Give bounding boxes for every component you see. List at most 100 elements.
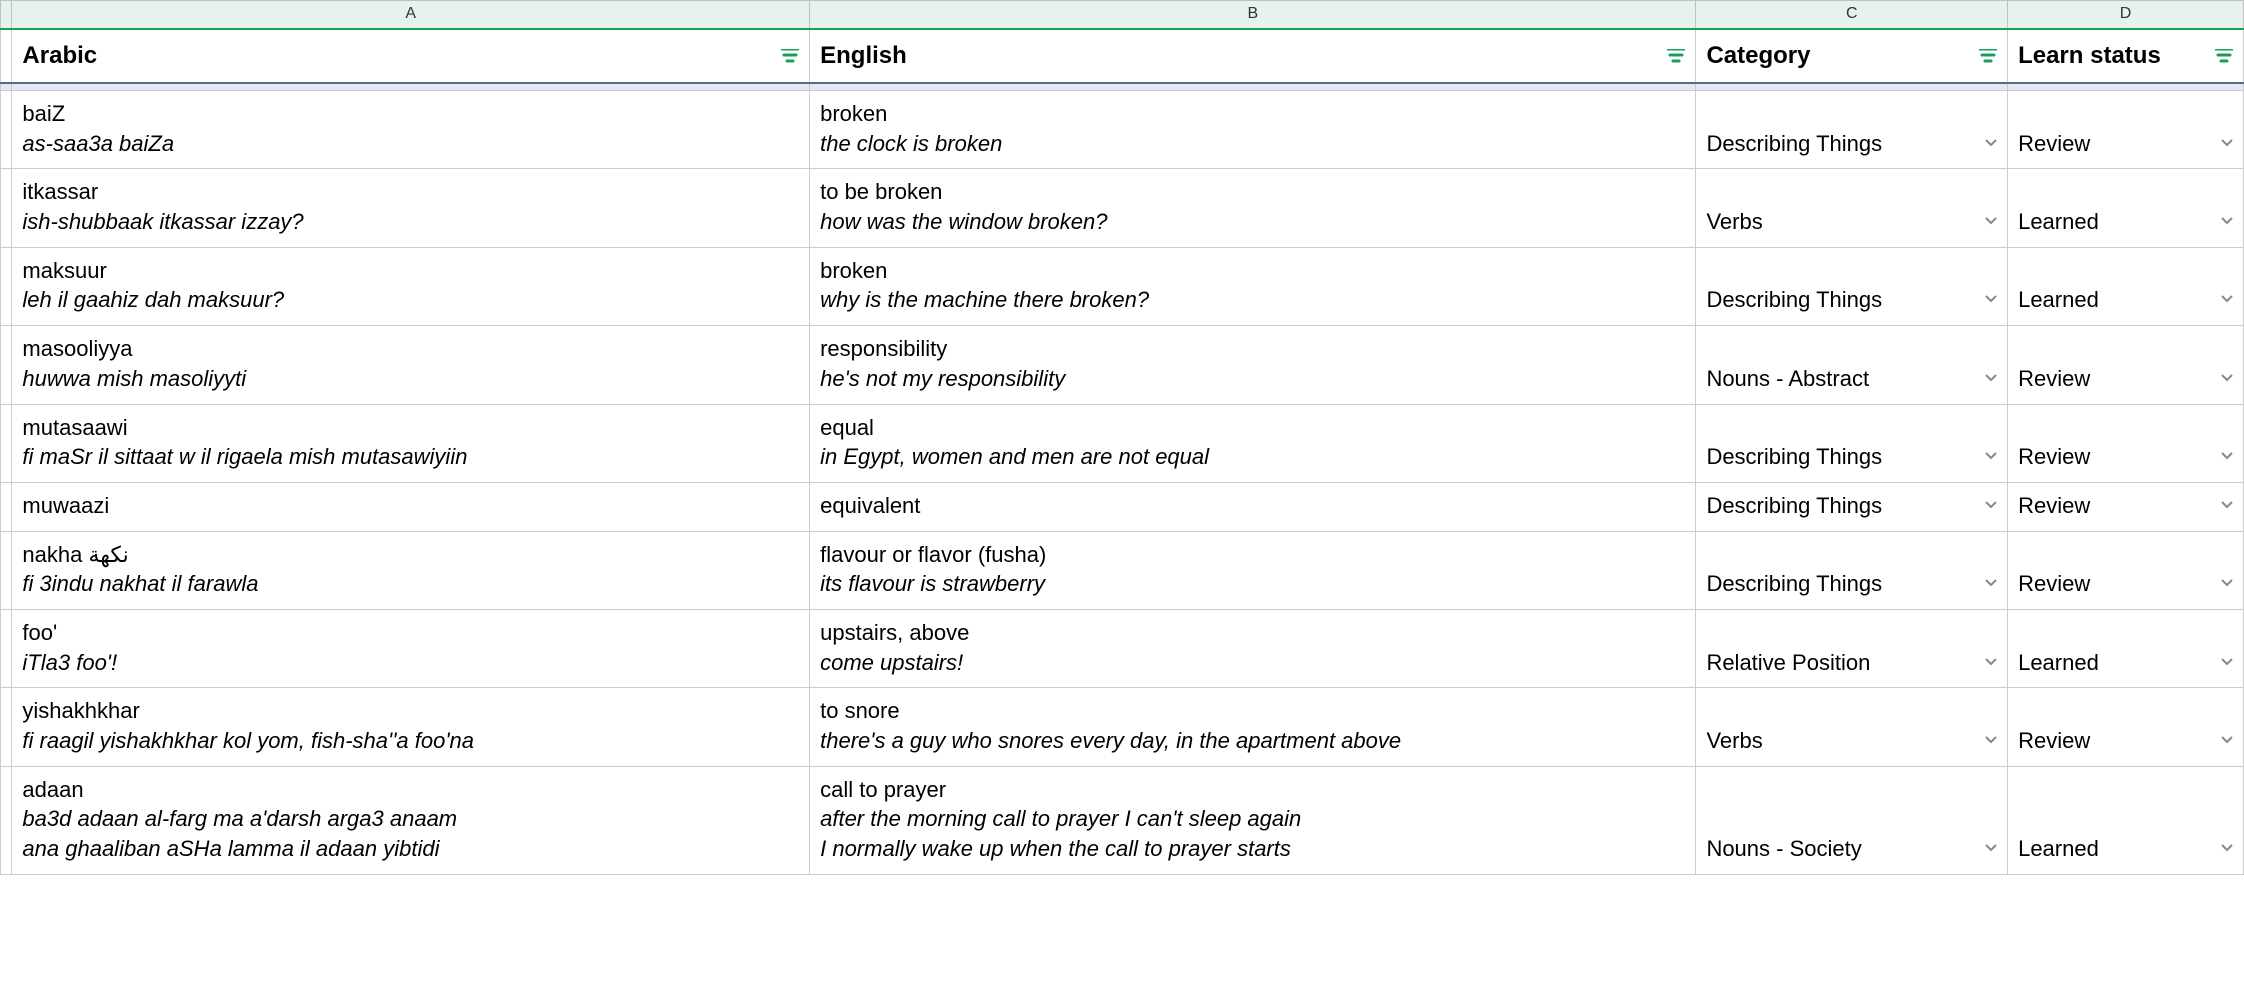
status-cell[interactable]: Learned xyxy=(2008,766,2244,874)
english-main: upstairs, above xyxy=(820,620,969,645)
dropdown-arrow-icon[interactable] xyxy=(1985,438,1997,468)
arabic-cell[interactable]: adaanba3d adaan al-farg ma a'darsh arga3… xyxy=(12,766,810,874)
english-cell[interactable]: brokenthe clock is broken xyxy=(810,91,1696,169)
status-cell[interactable]: Review xyxy=(2008,404,2244,482)
category-cell[interactable]: Describing Things xyxy=(1696,404,2008,482)
dropdown-arrow-icon[interactable] xyxy=(2221,830,2233,860)
arabic-cell[interactable]: muwaazi xyxy=(12,482,810,531)
english-cell[interactable]: brokenwhy is the machine there broken? xyxy=(810,247,1696,325)
table-row: maksuurleh il gaahiz dah maksuur?brokenw… xyxy=(1,247,2244,325)
english-main: equivalent xyxy=(820,493,920,518)
table-row: nakha نكهةfi 3indu nakhat il farawlaflav… xyxy=(1,531,2244,609)
arabic-example: leh il gaahiz dah maksuur? xyxy=(22,285,799,315)
arabic-cell[interactable]: baiZas-saa3a baiZa xyxy=(12,91,810,169)
arabic-main: mutasaawi xyxy=(22,415,127,440)
status-value: Review xyxy=(2018,131,2090,156)
dropdown-arrow-icon[interactable] xyxy=(1985,360,1997,390)
spreadsheet[interactable]: A B C D Arabic English Category Learn st… xyxy=(0,0,2244,875)
dropdown-arrow-icon[interactable] xyxy=(2221,125,2233,155)
dropdown-arrow-icon[interactable] xyxy=(1985,830,1997,860)
arabic-cell[interactable]: yishakhkharfi raagil yishakhkhar kol yom… xyxy=(12,688,810,766)
arabic-example: as-saa3a baiZa xyxy=(22,129,799,159)
category-cell[interactable]: Verbs xyxy=(1696,169,2008,247)
table-row: muwaazi equivalent Describing ThingsReview xyxy=(1,482,2244,531)
category-cell[interactable]: Describing Things xyxy=(1696,482,2008,531)
category-cell[interactable]: Describing Things xyxy=(1696,531,2008,609)
arabic-cell[interactable]: nakha نكهةfi 3indu nakhat il farawla xyxy=(12,531,810,609)
english-cell[interactable]: equalin Egypt, women and men are not equ… xyxy=(810,404,1696,482)
dropdown-arrow-icon[interactable] xyxy=(2221,565,2233,595)
category-cell[interactable]: Nouns - Abstract xyxy=(1696,326,2008,404)
arabic-cell[interactable]: maksuurleh il gaahiz dah maksuur? xyxy=(12,247,810,325)
english-example: how was the window broken? xyxy=(820,207,1685,237)
column-letter-a[interactable]: A xyxy=(12,1,810,29)
english-cell[interactable]: to be brokenhow was the window broken? xyxy=(810,169,1696,247)
gutter-cell xyxy=(1,609,12,687)
gutter-cell xyxy=(1,766,12,874)
status-cell[interactable]: Review xyxy=(2008,326,2244,404)
english-cell[interactable]: equivalent xyxy=(810,482,1696,531)
selection-row xyxy=(1,83,2244,91)
dropdown-arrow-icon[interactable] xyxy=(2221,644,2233,674)
status-cell[interactable]: Review xyxy=(2008,688,2244,766)
english-cell[interactable]: to snorethere's a guy who snores every d… xyxy=(810,688,1696,766)
dropdown-arrow-icon[interactable] xyxy=(2221,360,2233,390)
header-arabic[interactable]: Arabic xyxy=(12,29,810,83)
gutter-cell xyxy=(1,688,12,766)
dropdown-arrow-icon[interactable] xyxy=(2221,281,2233,311)
arabic-example: fi maSr il sittaat w il rigaela mish mut… xyxy=(22,442,799,472)
filter-icon[interactable] xyxy=(1979,42,1997,70)
english-cell[interactable]: upstairs, abovecome upstairs! xyxy=(810,609,1696,687)
status-cell[interactable]: Review xyxy=(2008,482,2244,531)
category-cell[interactable]: Nouns - Society xyxy=(1696,766,2008,874)
status-cell[interactable]: Learned xyxy=(2008,169,2244,247)
gutter-cell xyxy=(1,326,12,404)
filter-icon[interactable] xyxy=(1667,42,1685,70)
english-example: in Egypt, women and men are not equal xyxy=(820,442,1685,472)
header-category[interactable]: Category xyxy=(1696,29,2008,83)
arabic-cell[interactable]: foo'iTla3 foo'! xyxy=(12,609,810,687)
category-cell[interactable]: Describing Things xyxy=(1696,247,2008,325)
arabic-cell[interactable]: mutasaawifi maSr il sittaat w il rigaela… xyxy=(12,404,810,482)
category-cell[interactable]: Describing Things xyxy=(1696,91,2008,169)
arabic-main: nakha نكهة xyxy=(22,542,128,567)
category-value: Nouns - Society xyxy=(1706,836,1861,861)
category-value: Describing Things xyxy=(1706,131,1882,156)
filter-icon[interactable] xyxy=(2215,42,2233,70)
dropdown-arrow-icon[interactable] xyxy=(1985,281,1997,311)
dropdown-arrow-icon[interactable] xyxy=(1985,203,1997,233)
status-cell[interactable]: Learned xyxy=(2008,609,2244,687)
header-status[interactable]: Learn status xyxy=(2008,29,2244,83)
category-value: Nouns - Abstract xyxy=(1706,366,1869,391)
column-letter-d[interactable]: D xyxy=(2008,1,2244,29)
english-cell[interactable]: flavour or flavor (fusha)its flavour is … xyxy=(810,531,1696,609)
english-cell[interactable]: responsibilityhe's not my responsibility xyxy=(810,326,1696,404)
dropdown-arrow-icon[interactable] xyxy=(1985,722,1997,752)
dropdown-arrow-icon[interactable] xyxy=(1985,125,1997,155)
filter-icon[interactable] xyxy=(781,42,799,70)
header-english[interactable]: English xyxy=(810,29,1696,83)
arabic-cell[interactable]: itkassarish-shubbaak itkassar izzay? xyxy=(12,169,810,247)
status-cell[interactable]: Learned xyxy=(2008,247,2244,325)
category-cell[interactable]: Verbs xyxy=(1696,688,2008,766)
dropdown-arrow-icon[interactable] xyxy=(1985,644,1997,674)
arabic-main: masooliyya xyxy=(22,336,132,361)
english-example: the clock is broken xyxy=(820,129,1685,159)
column-letter-c[interactable]: C xyxy=(1696,1,2008,29)
dropdown-arrow-icon[interactable] xyxy=(2221,722,2233,752)
status-cell[interactable]: Review xyxy=(2008,531,2244,609)
table-row: mutasaawifi maSr il sittaat w il rigaela… xyxy=(1,404,2244,482)
english-cell[interactable]: call to prayerafter the morning call to … xyxy=(810,766,1696,874)
status-cell[interactable]: Review xyxy=(2008,91,2244,169)
category-cell[interactable]: Relative Position xyxy=(1696,609,2008,687)
gutter-cell xyxy=(1,482,12,531)
dropdown-arrow-icon[interactable] xyxy=(1985,487,1997,517)
english-main: to snore xyxy=(820,698,900,723)
arabic-main: muwaazi xyxy=(22,493,109,518)
dropdown-arrow-icon[interactable] xyxy=(2221,438,2233,468)
column-letter-b[interactable]: B xyxy=(810,1,1696,29)
dropdown-arrow-icon[interactable] xyxy=(1985,565,1997,595)
dropdown-arrow-icon[interactable] xyxy=(2221,203,2233,233)
arabic-cell[interactable]: masooliyyahuwwa mish masoliyyti xyxy=(12,326,810,404)
dropdown-arrow-icon[interactable] xyxy=(2221,487,2233,517)
